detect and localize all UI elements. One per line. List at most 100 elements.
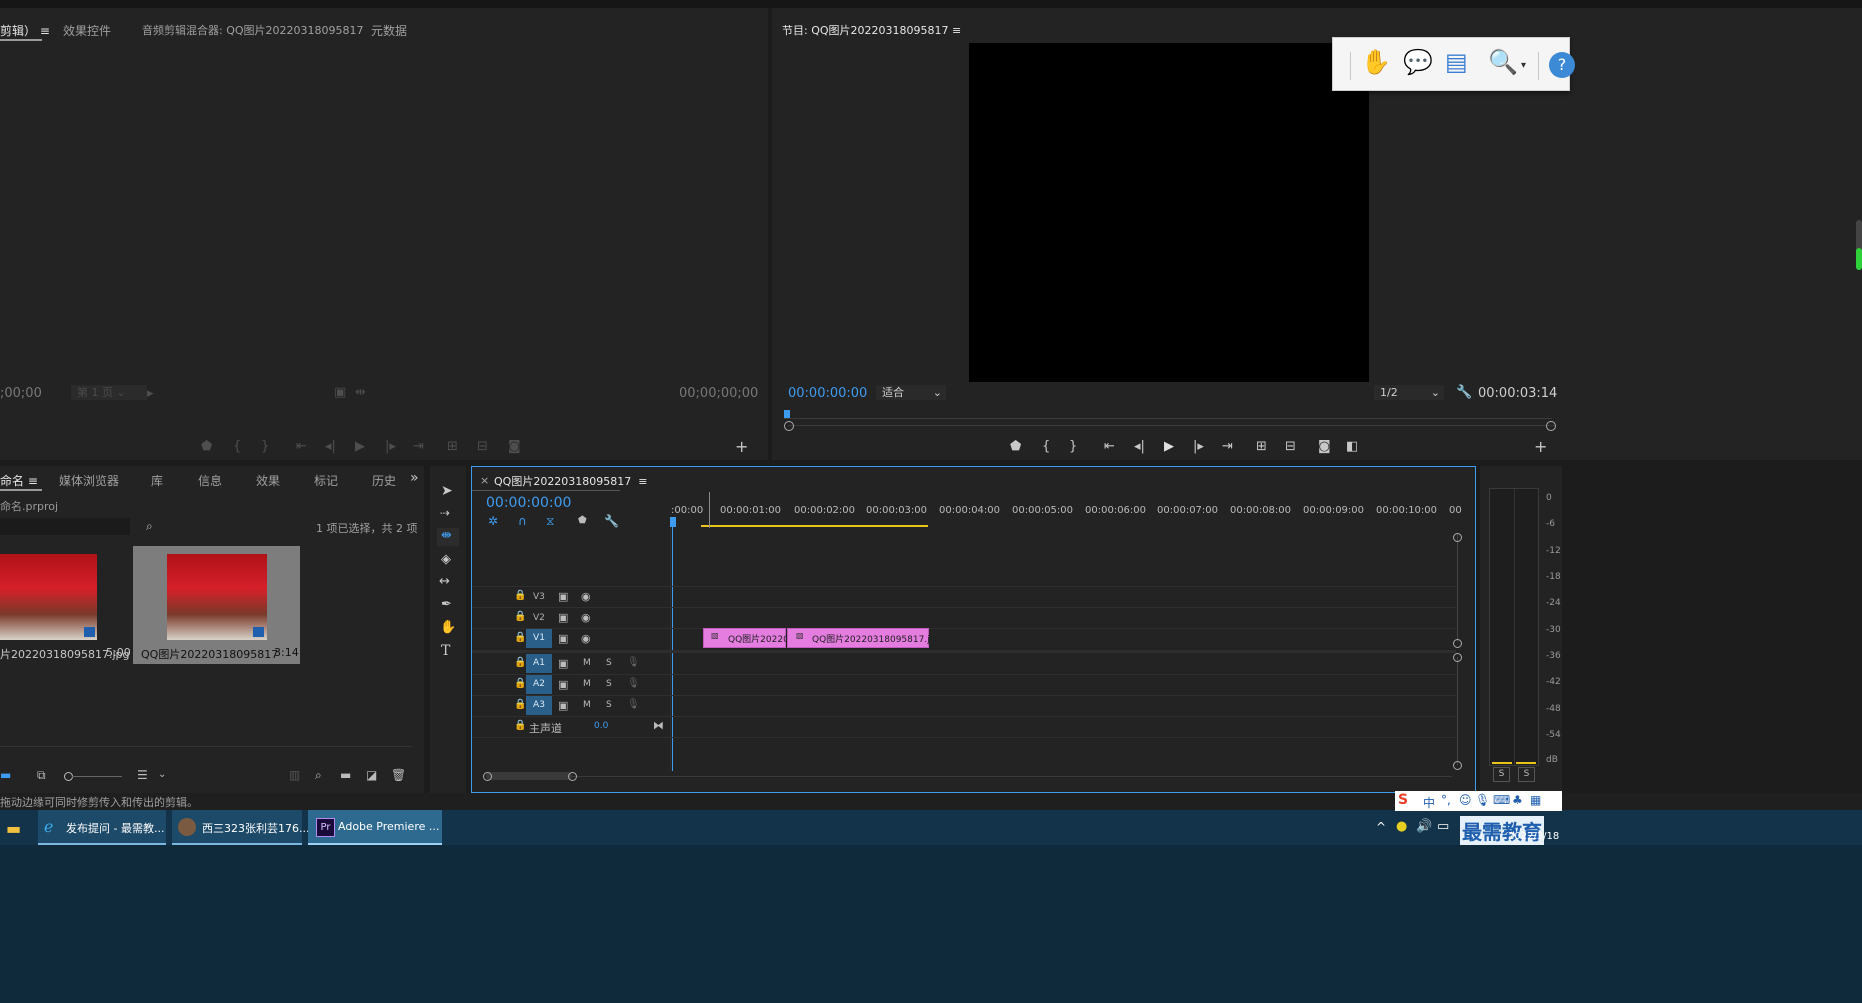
play-icon[interactable]: ▶ (355, 440, 365, 454)
timeline-playhead-line[interactable] (672, 525, 673, 771)
pen-tool-icon[interactable]: ✒ (441, 597, 452, 612)
scroll-handle[interactable] (1453, 761, 1462, 770)
tab-media-browser[interactable]: 媒体浏览器 (59, 472, 119, 489)
add-button-icon[interactable]: + (1534, 439, 1547, 455)
track-target-v1[interactable]: V1 (526, 629, 552, 648)
automate-icon[interactable]: ▥ (289, 768, 300, 782)
taskbar-item-chat[interactable]: 西三323张利芸176... (172, 810, 309, 845)
trash-icon[interactable]: 🗑 (391, 768, 406, 782)
menu-grid-icon[interactable]: ▦ (1530, 793, 1541, 807)
skin-icon[interactable]: ♣ (1512, 793, 1523, 807)
program-video-preview[interactable] (969, 43, 1369, 382)
timeline-timecode[interactable]: 00:00:00:00 (486, 495, 571, 511)
play-icon[interactable]: ▶ (1164, 440, 1174, 454)
file-explorer-icon[interactable]: ▬ (6, 819, 21, 838)
play-small-icon[interactable]: ▸ (147, 387, 154, 401)
go-to-out-icon[interactable]: ⇥ (1222, 440, 1233, 454)
sort-icon[interactable]: ☰ (137, 768, 148, 782)
compare-icon[interactable]: ⇹ (355, 386, 366, 400)
mark-in-icon[interactable]: { (1042, 440, 1050, 454)
step-forward-icon[interactable]: |▸ (1193, 440, 1204, 454)
go-to-out-icon[interactable]: ⇥ (413, 440, 424, 454)
track-select-tool-icon[interactable]: ⇢ (440, 506, 450, 520)
horizontal-scrollbar-thumb[interactable] (486, 772, 572, 780)
sequence-tab[interactable]: QQ图片20220318095817 ≡ (494, 473, 648, 489)
step-back-icon[interactable]: ◂| (1134, 440, 1145, 454)
microphone-icon[interactable]: 🎙 (627, 699, 640, 710)
selection-tool-icon[interactable]: ➤ (441, 483, 453, 499)
fit-dropdown[interactable]: 适合 ⌄ (876, 385, 946, 400)
tab-effect-controls[interactable]: 效果控件 (63, 22, 111, 39)
tab-history[interactable]: 历史 (372, 472, 396, 489)
export-icon[interactable]: ▤ (1445, 48, 1468, 76)
tab-project[interactable]: 命名 ≡ (0, 472, 38, 489)
tab-effects[interactable]: 效果 (256, 472, 280, 489)
insert-icon[interactable]: ⊞ (447, 440, 458, 454)
timeline-ruler[interactable]: :00:00 00:00:01:00 00:00:02:00 00:00:03:… (671, 497, 1462, 527)
find-icon[interactable]: ⌕ (315, 768, 322, 783)
program-timecode[interactable]: 00:00:00:00 (788, 386, 867, 401)
help-icon[interactable]: ? (1549, 52, 1575, 78)
tab-metadata[interactable]: 元数据 (371, 22, 407, 39)
marker-icon[interactable]: ⬟ (201, 440, 212, 454)
eye-icon[interactable]: ◉ (581, 632, 591, 645)
lock-icon[interactable]: 🔒 (514, 611, 526, 622)
audio-vertical-scrollbar[interactable] (1457, 657, 1458, 765)
punctuation-icon[interactable]: °, (1441, 793, 1451, 807)
work-area-bar[interactable] (701, 525, 928, 527)
hand-tool-icon[interactable]: ✋ (440, 620, 456, 635)
track-target-a1[interactable]: A1 (526, 654, 552, 673)
snap-icon[interactable]: ∩ (518, 514, 527, 528)
emoji-icon[interactable]: ☺ (1459, 793, 1472, 807)
program-playhead[interactable] (784, 410, 790, 418)
master-volume[interactable]: 0.0 (594, 721, 608, 731)
new-bin-icon[interactable]: ▬ (340, 768, 351, 782)
sync-lock-icon[interactable]: ▣ (558, 657, 568, 670)
sync-lock-icon[interactable]: ▣ (558, 632, 568, 645)
ime-language[interactable]: 中 (1423, 794, 1435, 811)
track-label[interactable]: V2 (533, 613, 545, 623)
timeline-playhead-head[interactable] (670, 517, 676, 527)
side-scroll[interactable] (1856, 220, 1862, 270)
tab-audio-clip-mixer[interactable]: 音频剪辑混合器: QQ图片20220318095817 (142, 22, 364, 38)
solo-left-button[interactable]: S (1493, 767, 1510, 782)
program-zoom-bar[interactable] (788, 425, 1556, 426)
ripple-edit-tool[interactable]: ⇼ (437, 528, 459, 546)
mark-in-icon[interactable]: { (233, 440, 241, 454)
track-label[interactable]: V3 (533, 592, 545, 602)
tab-markers[interactable]: 标记 (314, 472, 338, 489)
sync-lock-icon[interactable]: ▣ (558, 678, 568, 691)
timeline-clip[interactable]: ▧ QQ图片202203 (703, 628, 795, 648)
go-to-in-icon[interactable]: ⇤ (1104, 440, 1115, 454)
type-tool-icon[interactable]: T (441, 643, 450, 659)
lock-icon[interactable]: 🔒 (514, 657, 526, 668)
zoom-handle-right[interactable] (568, 772, 577, 781)
go-to-end-icon[interactable]: ⧓ (653, 719, 664, 732)
zoom-handle-left[interactable] (483, 772, 492, 781)
step-back-icon[interactable]: ◂| (325, 440, 336, 454)
add-button-icon[interactable]: + (735, 439, 748, 455)
close-icon[interactable]: × (480, 474, 489, 487)
scroll-handle[interactable] (1453, 639, 1462, 648)
tab-source[interactable]: 剪辑） ≡ (0, 22, 50, 39)
linked-selection-icon[interactable]: ⧖ (546, 514, 554, 529)
track-target-a2[interactable]: A2 (526, 675, 552, 694)
show-hidden-icons-icon[interactable]: ^ (1376, 820, 1386, 834)
page-dropdown[interactable]: 第 1 页 ⌄ (71, 385, 147, 400)
microphone-icon[interactable]: 🎙 (627, 657, 640, 668)
clock-date[interactable]: 2022/3/18 (1508, 831, 1559, 842)
lift-icon[interactable]: ⊞ (1256, 440, 1267, 454)
wrench-icon[interactable]: 🔧 (1456, 385, 1472, 400)
zoom-handle-right[interactable] (1546, 421, 1556, 431)
tab-libraries[interactable]: 库 (151, 472, 163, 489)
list-view-icon[interactable]: ▬ (0, 768, 11, 782)
lock-icon[interactable]: 🔒 (514, 632, 526, 643)
nest-icon[interactable]: ✲ (488, 514, 498, 528)
project-item-selected[interactable]: QQ图片20220318095817 3:14 (133, 546, 300, 664)
microphone-icon[interactable]: 🎙 (1475, 793, 1490, 807)
razor-tool-icon[interactable]: ◈ (441, 552, 451, 567)
scroll-handle[interactable] (1453, 533, 1462, 542)
solo-right-button[interactable]: S (1518, 767, 1535, 782)
comparison-view-icon[interactable]: ◧ (1346, 440, 1358, 454)
video-vertical-scrollbar[interactable] (1457, 533, 1458, 641)
